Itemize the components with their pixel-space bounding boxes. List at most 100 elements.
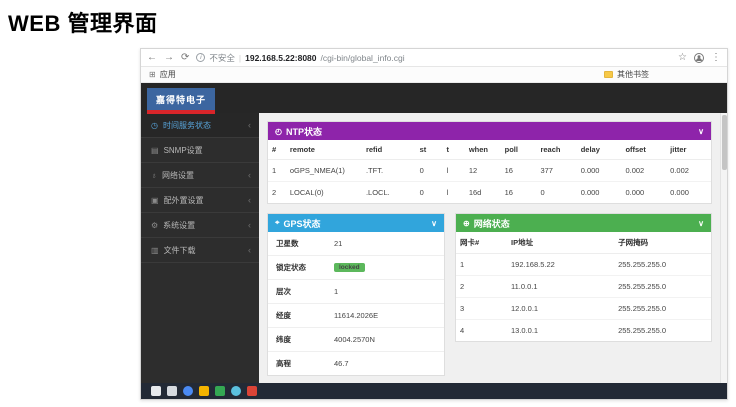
table-row: 1 oGPS_NMEA(1) .TFT. 0 l 12 16 377 0.000… — [268, 160, 711, 182]
page-title: WEB 管理界面 — [8, 6, 157, 38]
list-item: 锁定状态 locked — [268, 256, 444, 280]
gps-label: 卫星数 — [276, 238, 334, 249]
chevron-left-icon: ‹ — [248, 245, 251, 255]
cell: 16d — [465, 182, 501, 204]
security-label: 不安全 — [209, 52, 235, 64]
gps-panel-title: GPS状态 — [284, 217, 321, 230]
ntp-status-panel: ◴ NTP状态 ∨ # remote refid st t — [267, 121, 712, 204]
sidebar-item-snmp-settings[interactable]: ▤ SNMP设置 — [141, 138, 259, 163]
network-status-panel: ⊕ 网络状态 ∨ 网卡# IP地址 子网掩码 — [455, 213, 712, 342]
folder-icon — [604, 71, 613, 78]
gps-label: 锁定状态 — [276, 262, 334, 273]
cell: 255.255.255.0 — [614, 276, 711, 298]
browser-window: ← → ⟳ i 不安全 | 192.168.5.22:8080/cgi-bin/… — [140, 48, 728, 400]
list-item: 高程 46.7 — [268, 352, 444, 375]
profile-avatar-icon[interactable] — [694, 53, 704, 63]
collapse-caret-icon[interactable]: ∨ — [431, 219, 437, 228]
url-divider: | — [239, 53, 241, 63]
taskbar-start-icon[interactable] — [151, 386, 161, 396]
sidebar-item-system-settings[interactable]: ⚙ 系统设置 ‹ — [141, 213, 259, 238]
site-top-navbar — [141, 83, 727, 113]
reload-icon[interactable]: ⟳ — [181, 53, 189, 63]
screenshot-root: WEB 管理界面 ← → ⟳ i 不安全 | 192.168.5.22:8080… — [0, 0, 736, 407]
col-header: t — [442, 140, 464, 160]
network-table-header-row: 网卡# IP地址 子网掩码 — [456, 232, 711, 254]
ntp-table: # remote refid st t when poll reach dela… — [268, 140, 711, 203]
col-header: refid — [362, 140, 416, 160]
cell: 0.000 — [577, 182, 622, 204]
table-row: 4 13.0.0.1 255.255.255.0 — [456, 320, 711, 342]
network-panel-header[interactable]: ⊕ 网络状态 ∨ — [456, 214, 711, 232]
col-header: offset — [621, 140, 666, 160]
cell: oGPS_NMEA(1) — [286, 160, 362, 182]
list-item: 层次 1 — [268, 280, 444, 304]
gps-label: 高程 — [276, 358, 334, 369]
cell: 4 — [456, 320, 507, 342]
browser-menu-icon[interactable]: ⋮ — [711, 53, 721, 63]
info-icon[interactable]: i — [196, 53, 205, 62]
collapse-caret-icon[interactable]: ∨ — [698, 219, 704, 228]
gps-label: 经度 — [276, 310, 334, 321]
ntp-panel-header[interactable]: ◴ NTP状态 ∨ — [268, 122, 711, 140]
cell: 16 — [501, 182, 537, 204]
col-header: 子网掩码 — [614, 232, 711, 254]
collapse-caret-icon[interactable]: ∨ — [698, 127, 704, 136]
status-badge: locked — [334, 263, 365, 272]
cell: 0 — [416, 182, 443, 204]
page-scrollbar[interactable] — [720, 113, 727, 383]
address-bar: ← → ⟳ i 不安全 | 192.168.5.22:8080/cgi-bin/… — [141, 49, 727, 67]
network-table: 网卡# IP地址 子网掩码 1 192.168.5.22 255.255.255… — [456, 232, 711, 341]
cell: 0.000 — [577, 160, 622, 182]
cell: 1 — [456, 254, 507, 276]
scrollbar-thumb[interactable] — [722, 115, 727, 170]
cell: 16 — [501, 160, 537, 182]
table-row: 2 LOCAL(0) .LOCL. 0 l 16d 16 0 0.000 0.0… — [268, 182, 711, 204]
sidebar-item-label: 系统设置 — [163, 220, 195, 231]
url-input[interactable]: i 不安全 | 192.168.5.22:8080/cgi-bin/global… — [196, 52, 671, 64]
cell: 13.0.0.1 — [507, 320, 614, 342]
gps-value: 1 — [334, 287, 338, 296]
chevron-left-icon: ‹ — [248, 170, 251, 180]
sidebar-item-label: 文件下载 — [164, 245, 196, 256]
sidebar-item-label: 网络设置 — [162, 170, 194, 181]
taskbar-app-icon[interactable] — [199, 386, 209, 396]
sidebar-item-file-download[interactable]: ▥ 文件下载 ‹ — [141, 238, 259, 263]
bookmark-apps[interactable]: 应用 — [160, 69, 176, 80]
taskbar-app-icon[interactable] — [215, 386, 225, 396]
back-icon[interactable]: ← — [147, 53, 157, 63]
other-bookmarks[interactable]: 其他书签 — [604, 69, 719, 80]
taskbar-search-icon[interactable] — [167, 386, 177, 396]
web-page: 嘉得特电子 ◷ 时间服务状态 ‹ ▤ SNMP设置 ♁ 网络设置 ‹ — [141, 83, 727, 399]
list-item: 纬度 4004.2570N — [268, 328, 444, 352]
cell: 0.002 — [666, 160, 711, 182]
cell: .LOCL. — [362, 182, 416, 204]
monitor-icon: ▣ — [151, 196, 159, 205]
other-bookmarks-label: 其他书签 — [617, 69, 649, 80]
taskbar-app-icon[interactable] — [231, 386, 241, 396]
gps-label: 层次 — [276, 286, 334, 297]
url-path: /cgi-bin/global_info.cgi — [321, 53, 405, 63]
gps-value: 46.7 — [334, 359, 349, 368]
gps-panel-header[interactable]: ⌖ GPS状态 ∨ — [268, 214, 444, 232]
network-panel-title: 网络状态 — [474, 217, 510, 230]
cell: 0.002 — [621, 160, 666, 182]
chevron-left-icon: ‹ — [248, 220, 251, 230]
sidebar-item-peripheral-settings[interactable]: ▣ 配外置设置 ‹ — [141, 188, 259, 213]
table-row: 3 12.0.0.1 255.255.255.0 — [456, 298, 711, 320]
taskbar — [141, 383, 727, 399]
bookmark-star-icon[interactable]: ☆ — [678, 53, 687, 63]
taskbar-app-icon[interactable] — [183, 386, 193, 396]
cell: 2 — [456, 276, 507, 298]
cell: 0.000 — [621, 182, 666, 204]
apps-grid-icon[interactable]: ⊞ — [149, 70, 156, 79]
sidebar-item-time-service-status[interactable]: ◷ 时间服务状态 ‹ — [141, 113, 259, 138]
taskbar-app-icon[interactable] — [247, 386, 257, 396]
forward-icon[interactable]: → — [164, 53, 174, 63]
cell: LOCAL(0) — [286, 182, 362, 204]
col-header: jitter — [666, 140, 711, 160]
site-logo[interactable]: 嘉得特电子 — [147, 88, 215, 114]
sidebar-item-network-settings[interactable]: ♁ 网络设置 ‹ — [141, 163, 259, 188]
cell: 12.0.0.1 — [507, 298, 614, 320]
col-header: when — [465, 140, 501, 160]
cell: .TFT. — [362, 160, 416, 182]
